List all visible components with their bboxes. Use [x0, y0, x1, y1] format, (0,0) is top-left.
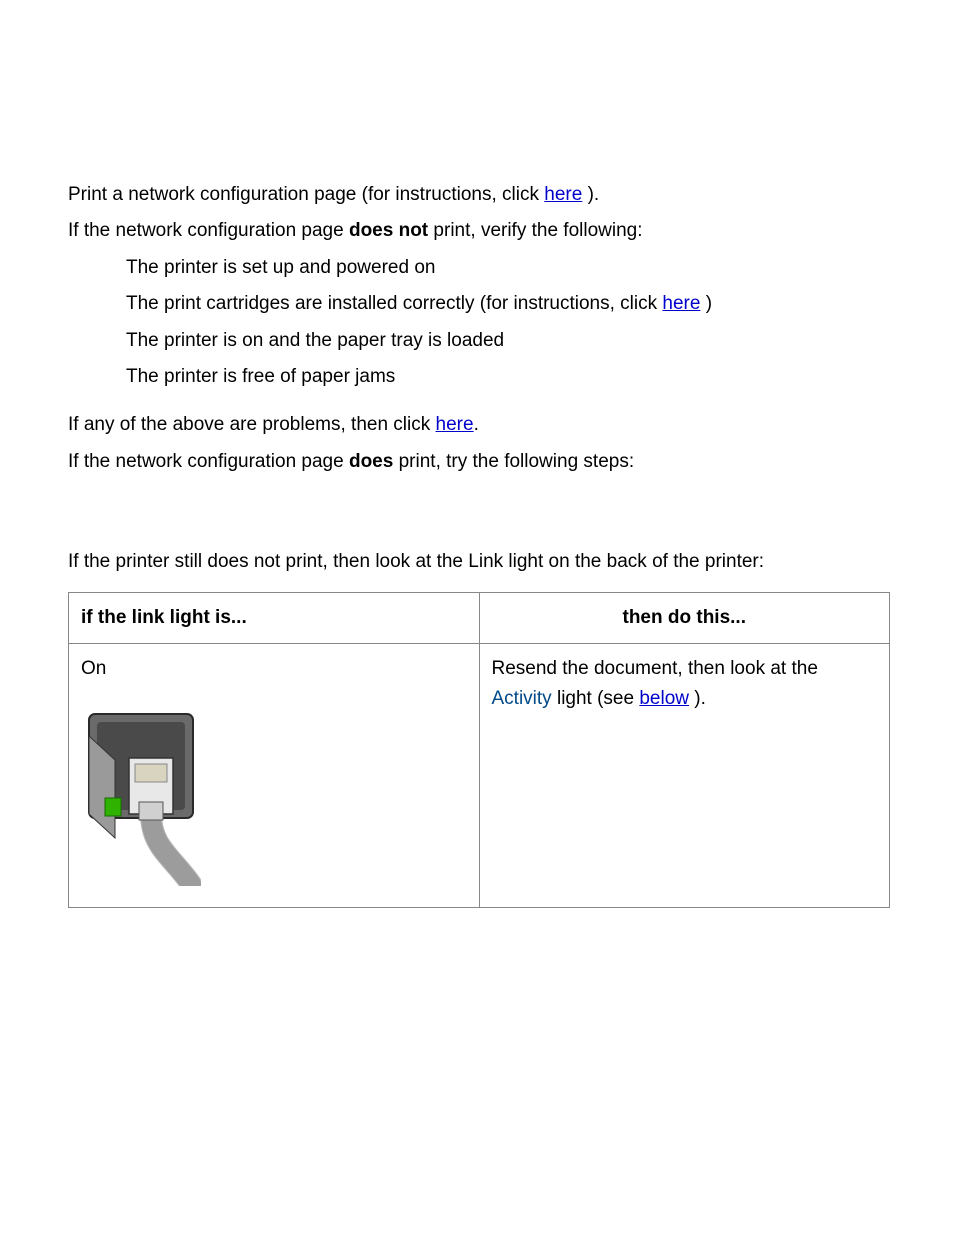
table-lead-text: If the printer still does not print, the… — [68, 547, 894, 577]
table-header-row: if the link light is... then do this... — [69, 592, 890, 643]
text: ). — [582, 184, 599, 205]
below-link[interactable]: below — [639, 688, 689, 709]
text: The print cartridges are installed corre… — [126, 293, 662, 314]
text: . — [474, 414, 479, 435]
emphasis-does-not: does not — [349, 220, 428, 241]
text: print, try the following steps: — [393, 451, 634, 472]
table-cell-action: Resend the document, then look at the Ac… — [479, 643, 890, 907]
link-light-status: On — [81, 654, 467, 684]
text: If any of the above are problems, then c… — [68, 414, 436, 435]
text: ). — [689, 688, 706, 709]
checklist-item: The print cartridges are installed corre… — [126, 289, 894, 319]
cartridge-instructions-link[interactable]: here — [662, 293, 700, 314]
table-header-if: if the link light is... — [69, 592, 480, 643]
table-header-then: then do this... — [479, 592, 890, 643]
problems-link[interactable]: here — [436, 414, 474, 435]
document-page: Print a network configuration page (for … — [0, 0, 954, 908]
text: print, verify the following: — [428, 220, 642, 241]
text: Print a network configuration page (for … — [68, 184, 544, 205]
text: If the network configuration page — [68, 220, 349, 241]
activity-light-label: Activity — [492, 688, 552, 709]
table-cell-status: On — [69, 643, 480, 907]
text: Resend the document, then look at the — [492, 658, 818, 679]
link-light-table: if the link light is... then do this... … — [68, 592, 890, 908]
intro-line-1: Print a network configuration page (for … — [68, 180, 894, 210]
instructions-link-1[interactable]: here — [544, 184, 582, 205]
checklist-item: The printer is on and the paper tray is … — [126, 326, 894, 356]
checklist-item: The printer is set up and powered on — [126, 253, 894, 283]
text: light (see — [552, 688, 640, 709]
followup-line-2: If the network configuration page does p… — [68, 447, 894, 477]
checklist-item: The printer is free of paper jams — [126, 362, 894, 392]
text: If the network configuration page — [68, 451, 349, 472]
printer-port-icon — [81, 706, 467, 896]
emphasis-does: does — [349, 451, 393, 472]
followup-line-1: If any of the above are problems, then c… — [68, 410, 894, 440]
table-row: On — [69, 643, 890, 907]
intro-line-2: If the network configuration page does n… — [68, 216, 894, 246]
text: ) — [700, 293, 712, 314]
checklist: The printer is set up and powered on The… — [126, 253, 894, 393]
